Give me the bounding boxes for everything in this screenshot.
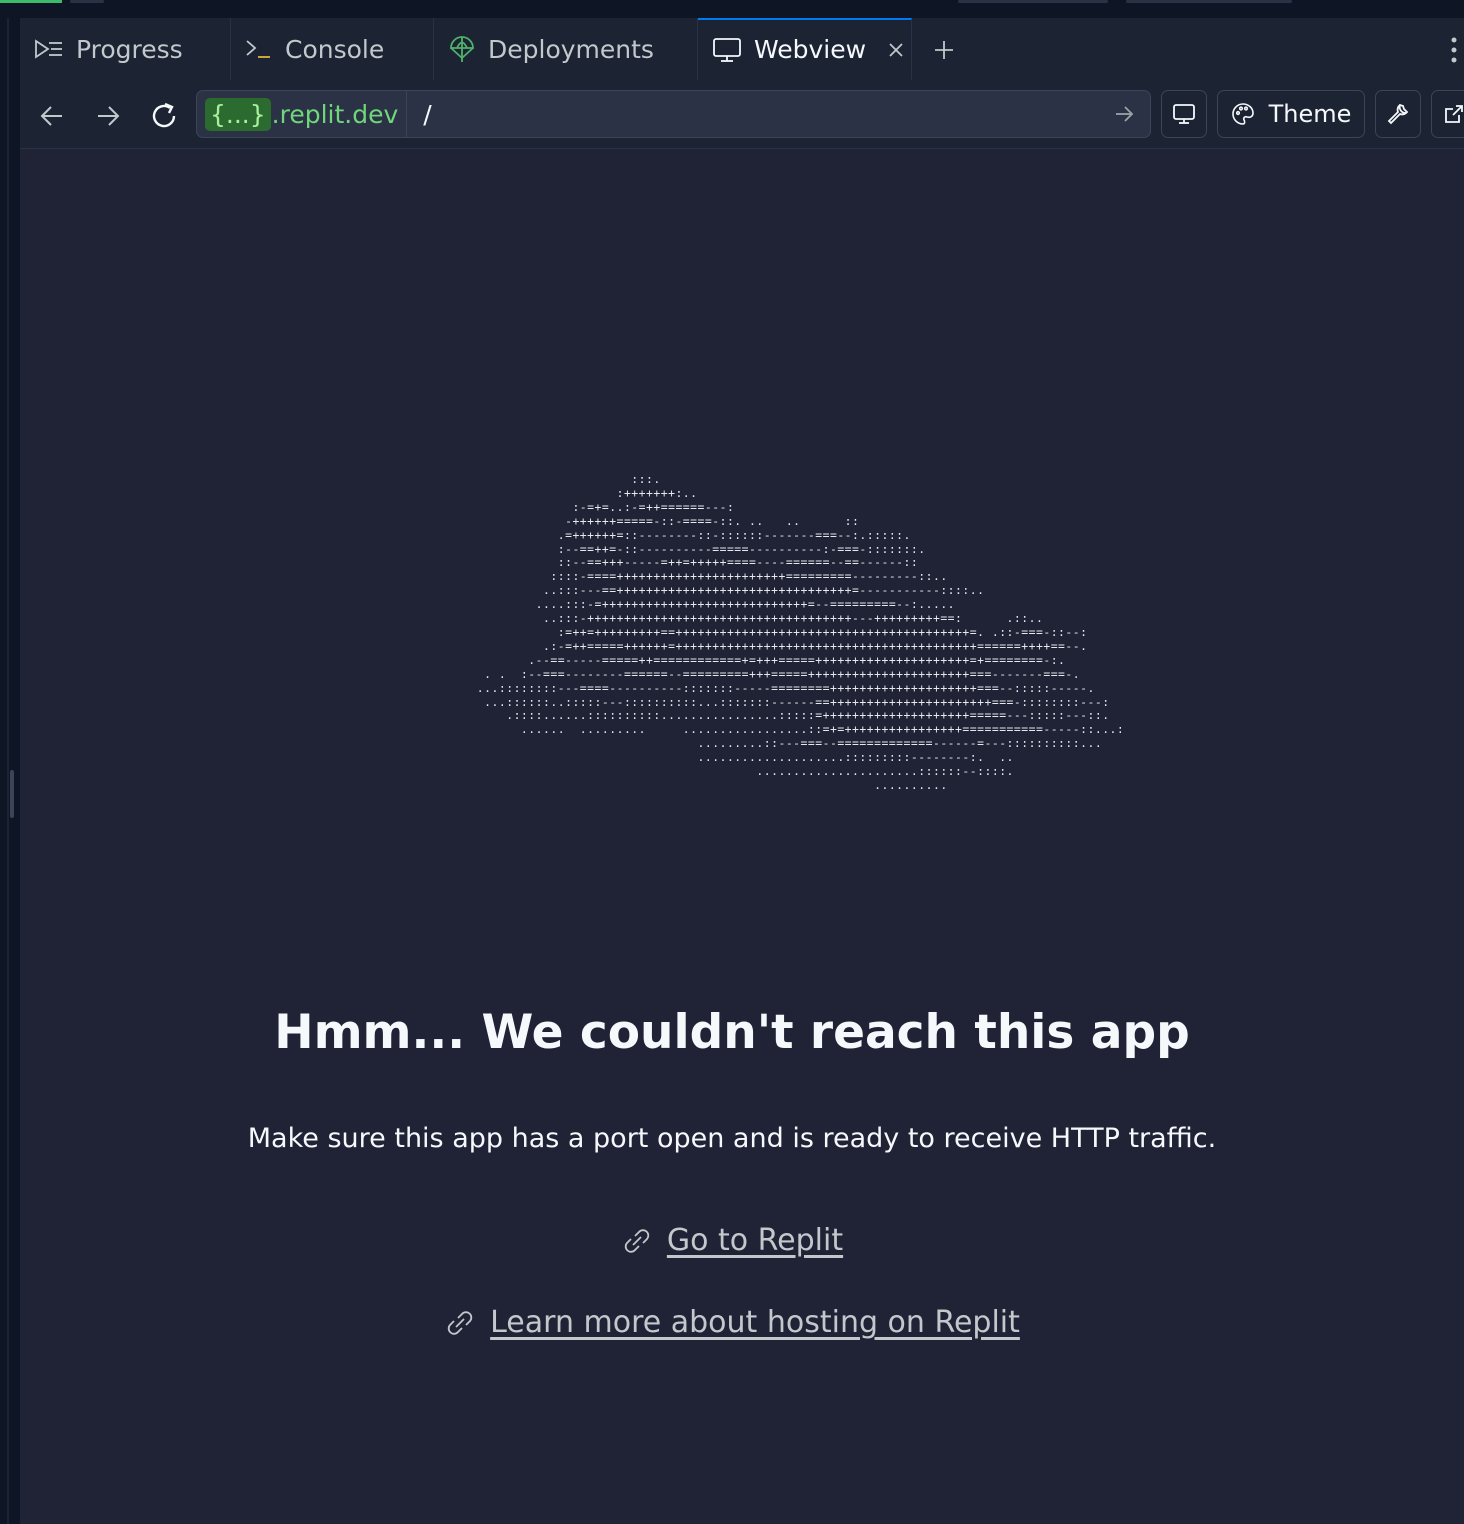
add-tab-button[interactable] bbox=[928, 34, 960, 66]
url-host: {...} .replit.dev bbox=[197, 91, 408, 137]
tab-label: Deployments bbox=[488, 34, 654, 64]
resize-handle[interactable] bbox=[10, 770, 14, 818]
device-preview-button[interactable] bbox=[1161, 90, 1207, 138]
external-link-icon bbox=[1443, 103, 1464, 125]
monitor-icon bbox=[1172, 103, 1196, 125]
tab-console[interactable]: Console bbox=[231, 18, 434, 80]
learn-more-hosting-link[interactable]: Learn more about hosting on Replit bbox=[490, 1305, 1020, 1340]
tab-bar: Progress Console Deployments Webview bbox=[20, 18, 1464, 81]
reload-icon bbox=[152, 102, 176, 128]
url-path-input[interactable] bbox=[407, 91, 1104, 137]
navigate-button[interactable] bbox=[1104, 94, 1144, 134]
theme-label: Theme bbox=[1268, 100, 1352, 128]
strip-marker bbox=[958, 0, 1108, 3]
tab-label: Webview bbox=[754, 35, 867, 64]
tab-deployments[interactable]: Deployments bbox=[434, 18, 698, 80]
window-top-strip bbox=[0, 0, 1464, 18]
progress-icon bbox=[34, 38, 64, 60]
tab-label: Console bbox=[285, 34, 385, 64]
open-external-button[interactable] bbox=[1431, 90, 1464, 138]
strip-marker bbox=[1126, 0, 1292, 3]
monitor-icon bbox=[712, 37, 742, 63]
error-title: Hmm... We couldn't reach this app bbox=[274, 1005, 1190, 1060]
go-to-replit-link[interactable]: Go to Replit bbox=[667, 1223, 843, 1258]
url-host-domain: .replit.dev bbox=[271, 99, 399, 129]
plus-icon bbox=[935, 41, 953, 59]
hosting-info-row: Learn more about hosting on Replit bbox=[0, 1305, 1464, 1340]
webview-pane: Progress Console Deployments Webview {..… bbox=[20, 18, 1464, 1524]
go-to-replit-row: Go to Replit bbox=[0, 1223, 1464, 1258]
tab-webview[interactable]: Webview bbox=[698, 18, 912, 80]
wrench-icon bbox=[1386, 102, 1410, 126]
error-message: Make sure this app has a port open and i… bbox=[247, 1123, 1217, 1154]
tab-progress[interactable]: Progress bbox=[20, 18, 231, 80]
arrow-right-icon bbox=[98, 106, 120, 126]
forward-button[interactable] bbox=[88, 96, 128, 136]
url-host-placeholder: {...} bbox=[205, 97, 271, 131]
deployments-icon bbox=[448, 34, 476, 64]
close-tab-icon[interactable] bbox=[888, 42, 904, 58]
strip-marker bbox=[70, 0, 104, 3]
left-rail bbox=[0, 18, 20, 1524]
arrow-left-icon bbox=[40, 106, 62, 126]
ascii-cloud-art: :::. :+++++++:.. :-=+=..:-=++======---: … bbox=[476, 472, 1125, 792]
reload-button[interactable] bbox=[144, 96, 184, 136]
active-indicator bbox=[0, 0, 62, 3]
tab-label: Progress bbox=[76, 34, 183, 64]
link-icon bbox=[621, 1226, 653, 1256]
rail-divider bbox=[7, 18, 9, 1524]
back-button[interactable] bbox=[32, 96, 72, 136]
palette-icon bbox=[1231, 102, 1255, 126]
kebab-icon bbox=[1451, 37, 1457, 63]
devtools-button[interactable] bbox=[1375, 90, 1421, 138]
console-icon bbox=[245, 38, 273, 60]
webview-content: :::. :+++++++:.. :-=+=..:-=++======---: … bbox=[20, 149, 1464, 1524]
theme-button[interactable]: Theme bbox=[1217, 90, 1365, 138]
webview-toolbar: {...} .replit.dev / Theme bbox=[20, 80, 1464, 149]
more-options-button[interactable] bbox=[1444, 36, 1464, 64]
arrow-right-icon bbox=[1116, 106, 1134, 122]
url-bar[interactable]: {...} .replit.dev bbox=[196, 90, 1151, 138]
link-icon bbox=[444, 1308, 476, 1338]
